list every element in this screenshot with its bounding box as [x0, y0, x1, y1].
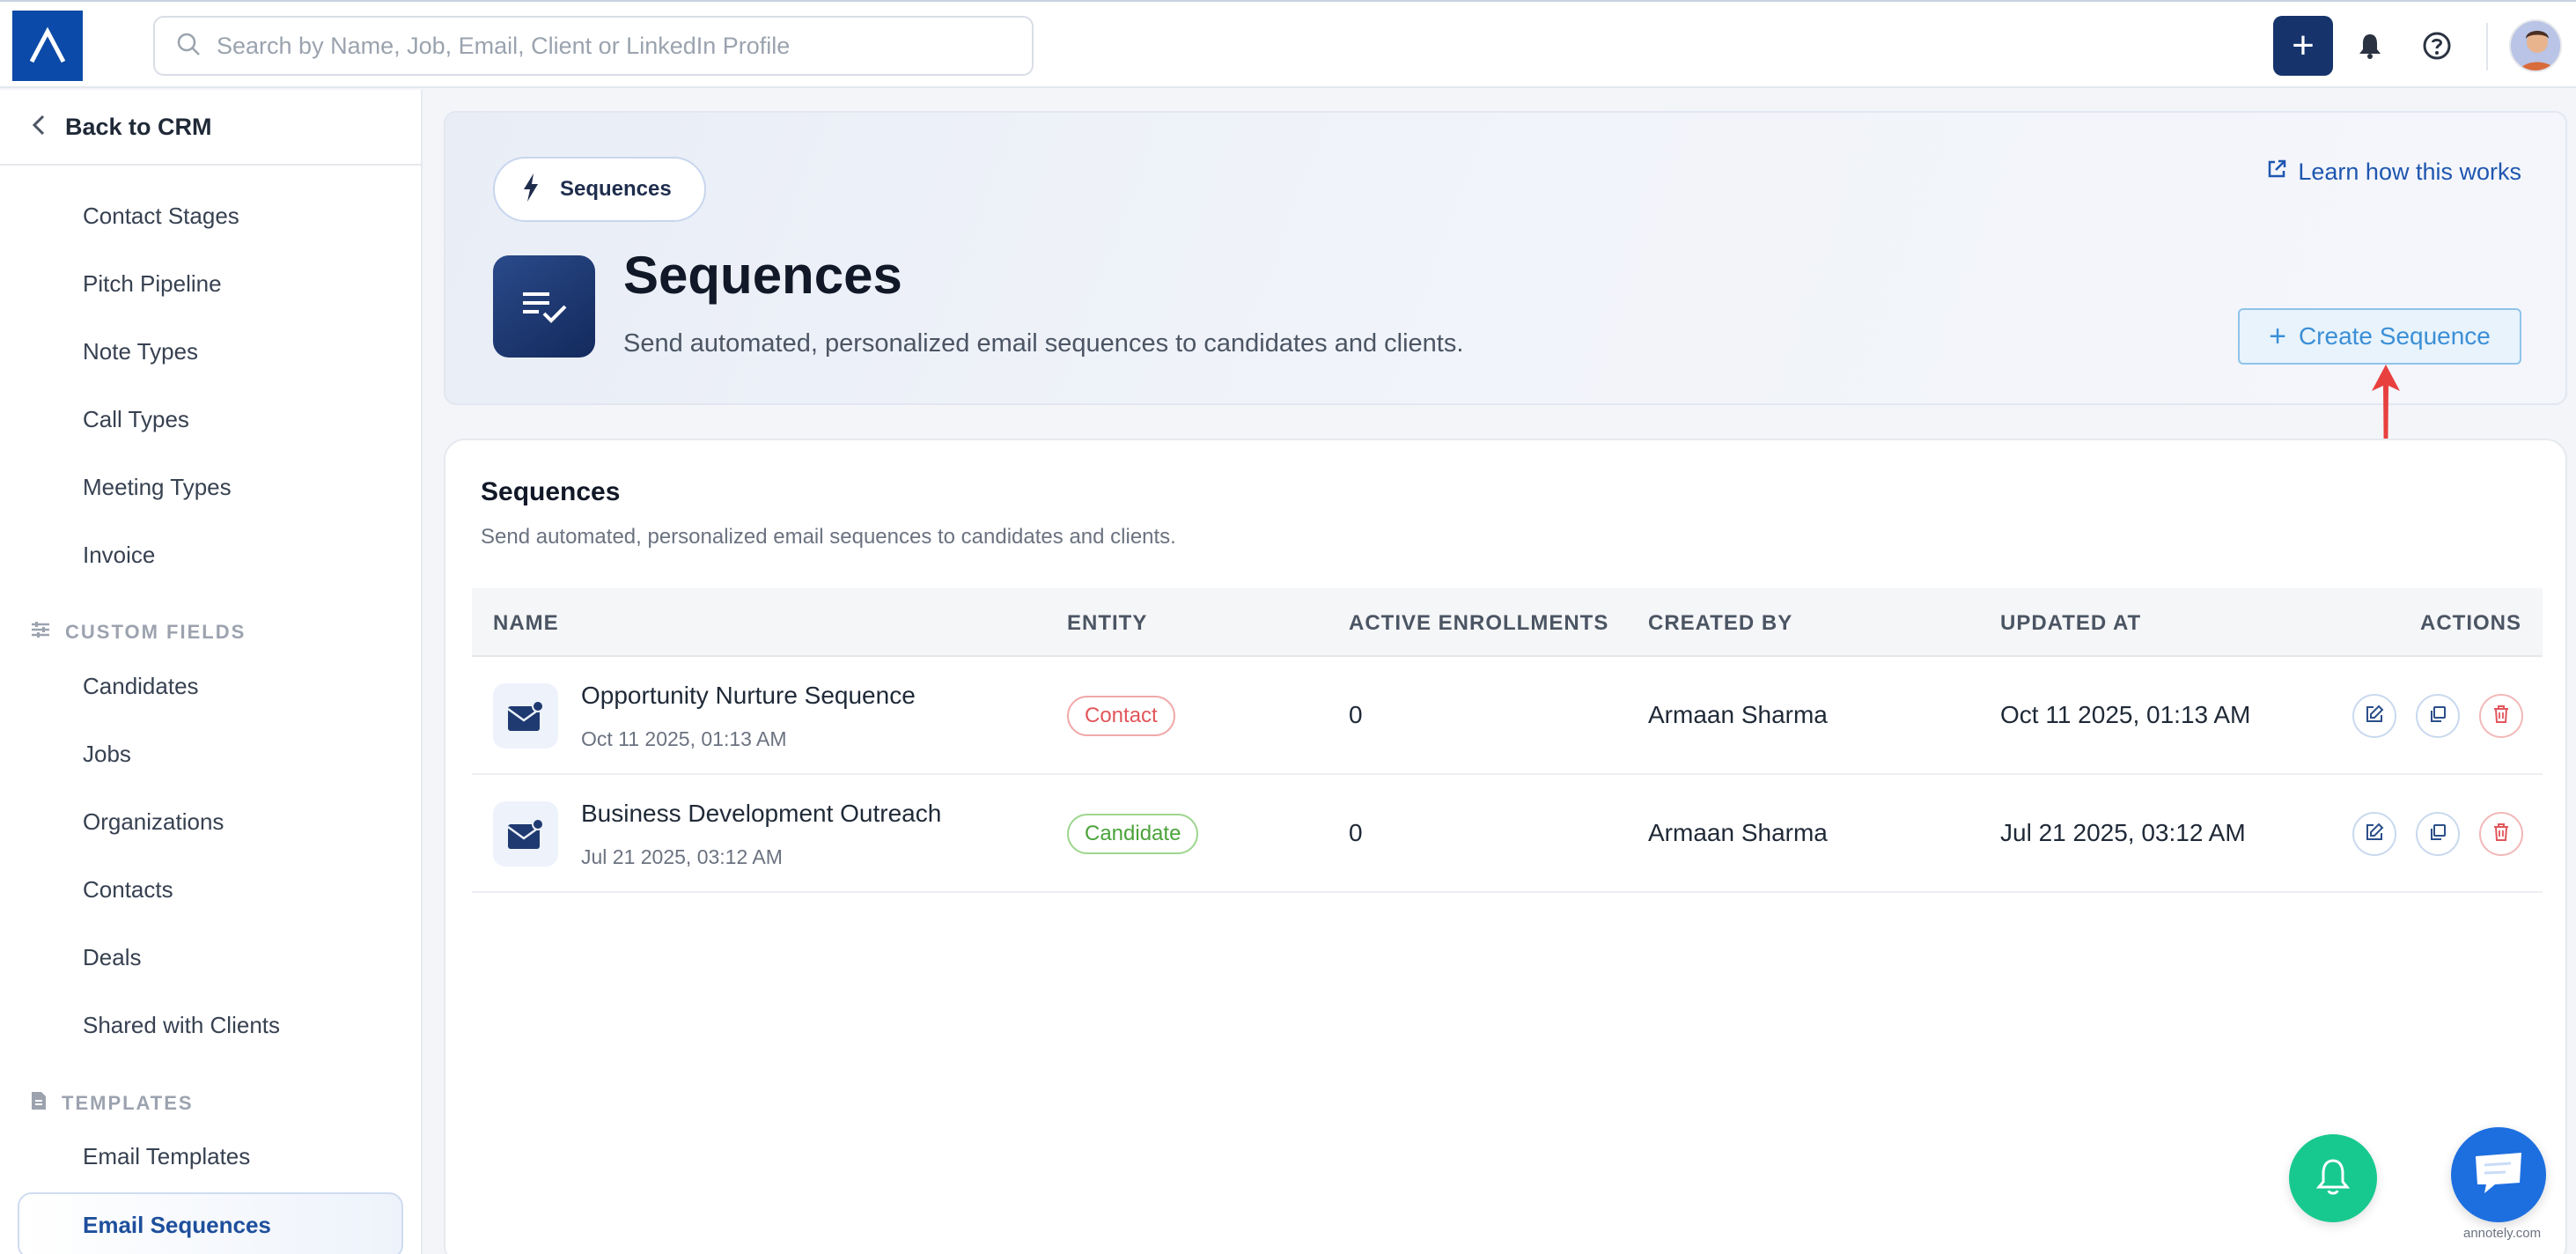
sidebar-item-pitch-pipeline[interactable]: Pitch Pipeline — [83, 270, 222, 298]
column-header-updated-at[interactable]: UPDATED AT — [2000, 611, 2141, 636]
duplicate-button[interactable] — [2416, 812, 2460, 856]
templates-heading: TEMPLATES — [30, 1090, 194, 1117]
search-input[interactable] — [217, 32, 1009, 60]
search-bar[interactable] — [153, 16, 1034, 76]
sidebar-item-meeting-types[interactable]: Meeting Types — [83, 474, 232, 501]
column-header-created-by[interactable]: CREATED BY — [1648, 611, 1792, 636]
table-title: Sequences — [481, 477, 621, 506]
sidebar-item-email-templates[interactable]: Email Templates — [83, 1143, 250, 1170]
sequence-created-date: Jul 21 2025, 03:12 AM — [581, 845, 783, 868]
sliders-icon — [30, 620, 51, 645]
delete-button[interactable] — [2479, 694, 2523, 738]
top-bar: + — [0, 0, 2576, 88]
edit-icon — [2365, 704, 2384, 728]
sidebar-item-candidates[interactable]: Candidates — [83, 673, 199, 700]
updated-at: Oct 11 2025, 01:13 AM — [2000, 701, 2251, 728]
sidebar: Back to CRM Contact Stages Pitch Pipelin… — [0, 90, 423, 1254]
logo-icon[interactable] — [12, 11, 83, 81]
table-header: NAME ENTITY ACTIVE ENROLLMENTS CREATED B… — [472, 588, 2543, 657]
table-row[interactable]: Business Development Outreach Jul 21 202… — [472, 775, 2543, 893]
add-new-button[interactable]: + — [2273, 16, 2333, 76]
plus-icon: + — [2269, 320, 2286, 353]
sidebar-item-invoice[interactable]: Invoice — [83, 542, 155, 569]
chat-fab[interactable] — [2451, 1127, 2546, 1222]
avatar[interactable] — [2509, 19, 2562, 72]
back-to-crm-button[interactable]: Back to CRM — [0, 90, 421, 166]
sidebar-item-jobs[interactable]: Jobs — [83, 741, 131, 768]
page-subtitle: Send automated, personalized email seque… — [623, 329, 1464, 358]
trash-icon — [2491, 704, 2511, 728]
create-sequence-label: Create Sequence — [2298, 322, 2491, 350]
toolbar-divider — [2486, 23, 2488, 70]
updated-at: Jul 21 2025, 03:12 AM — [2000, 819, 2246, 846]
sidebar-item-note-types[interactable]: Note Types — [83, 338, 198, 365]
active-enrollments: 0 — [1349, 701, 1363, 728]
sequence-name[interactable]: Business Development Outreach — [581, 800, 941, 828]
copy-icon — [2428, 704, 2447, 728]
page-header: Sequences Sequences Send automated, pers… — [444, 111, 2567, 405]
custom-fields-heading: CUSTOM FIELDS — [30, 620, 246, 645]
copy-icon — [2428, 822, 2447, 846]
mail-user-icon — [493, 801, 558, 867]
back-to-crm-label: Back to CRM — [65, 113, 212, 140]
duplicate-button[interactable] — [2416, 694, 2460, 738]
chevron-left-icon — [32, 114, 46, 141]
created-by: Armaan Sharma — [1648, 701, 1828, 728]
chat-icon — [2472, 1149, 2525, 1201]
column-header-name[interactable]: NAME — [493, 611, 559, 636]
list-check-icon — [493, 255, 595, 358]
notifications-fab[interactable] — [2289, 1134, 2377, 1222]
document-icon — [30, 1090, 48, 1117]
entity-badge: Candidate — [1067, 814, 1199, 854]
entity-badge: Contact — [1067, 696, 1175, 736]
sidebar-item-shared-with-clients[interactable]: Shared with Clients — [83, 1012, 280, 1039]
mail-user-icon — [493, 683, 558, 749]
sidebar-item-contacts[interactable]: Contacts — [83, 876, 173, 904]
sequences-table-card: Sequences Send automated, personalized e… — [444, 439, 2567, 1254]
sequence-name[interactable]: Opportunity Nurture Sequence — [581, 682, 916, 710]
edit-button[interactable] — [2352, 812, 2396, 856]
sidebar-item-call-types[interactable]: Call Types — [83, 406, 189, 433]
column-header-entity[interactable]: ENTITY — [1067, 611, 1147, 636]
sequence-created-date: Oct 11 2025, 01:13 AM — [581, 727, 787, 750]
delete-button[interactable] — [2479, 812, 2523, 856]
edit-icon — [2365, 822, 2384, 846]
watermark: annotely.com — [2463, 1226, 2542, 1241]
table-row[interactable]: Opportunity Nurture Sequence Oct 11 2025… — [472, 657, 2543, 775]
create-sequence-button[interactable]: + Create Sequence — [2238, 308, 2521, 365]
help-circle-icon[interactable] — [2416, 25, 2458, 67]
column-header-active-enrollments[interactable]: ACTIVE ENROLLMENTS — [1349, 611, 1608, 636]
active-enrollments: 0 — [1349, 819, 1363, 846]
edit-button[interactable] — [2352, 694, 2396, 738]
sidebar-item-organizations[interactable]: Organizations — [83, 808, 224, 836]
trash-icon — [2491, 822, 2511, 846]
lightning-bolt-icon — [521, 173, 541, 207]
sidebar-item-deals[interactable]: Deals — [83, 944, 141, 971]
column-header-actions: ACTIONS — [2420, 611, 2521, 635]
learn-how-link[interactable]: Learn how this works — [2266, 159, 2521, 186]
bell-icon[interactable] — [2349, 25, 2391, 67]
table-subtitle: Send automated, personalized email seque… — [481, 525, 1176, 549]
created-by: Armaan Sharma — [1648, 819, 1828, 846]
sequences-pill: Sequences — [493, 157, 706, 222]
page-title: Sequences — [623, 246, 902, 305]
sidebar-item-contact-stages[interactable]: Contact Stages — [83, 203, 239, 230]
search-icon — [176, 32, 201, 61]
sidebar-item-email-sequences-label: Email Sequences — [83, 1212, 271, 1238]
bell-icon — [2314, 1156, 2352, 1201]
external-link-icon — [2266, 159, 2287, 186]
